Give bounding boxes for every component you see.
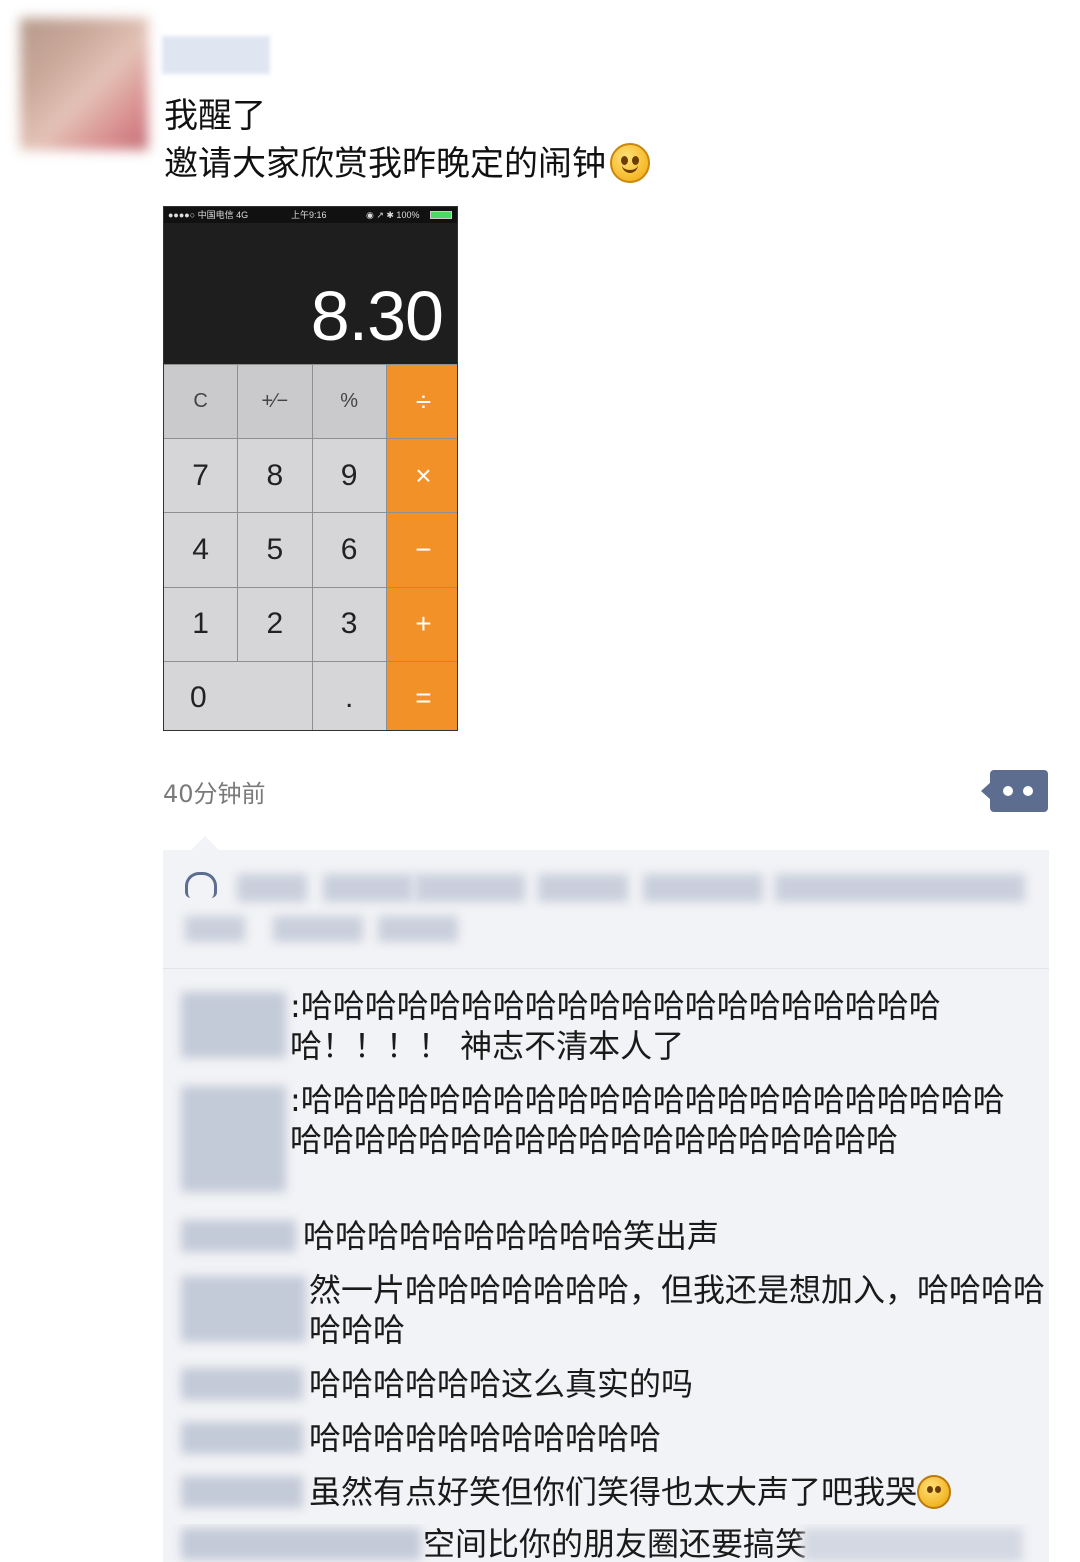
- comment-text: :哈哈哈哈哈哈哈哈哈哈哈哈哈哈哈哈哈哈哈哈哈！！！！ 神志不清本人了: [290, 987, 941, 1065]
- comment-text: 哈哈哈哈哈哈哈哈哈哈笑出声: [303, 1217, 720, 1255]
- comment-item[interactable]: 哈哈哈哈哈哈哈哈哈哈笑出声: [163, 1216, 1049, 1256]
- commenter-blurred[interactable]: [181, 1476, 303, 1508]
- post-line-2: 邀请大家欣赏我昨晚定的闹钟: [164, 140, 650, 188]
- key-percent: %: [312, 365, 386, 439]
- comment-item[interactable]: 然一片哈哈哈哈哈哈哈，但我还是想加入，哈哈哈哈哈哈哈: [163, 1270, 1049, 1350]
- key-plus: +: [386, 587, 457, 661]
- commenter-blurred[interactable]: [181, 1528, 421, 1560]
- post-line-1: 我醒了: [164, 96, 266, 136]
- comment-text: :哈哈哈哈哈哈哈哈哈哈哈哈哈哈哈哈哈哈哈哈哈哈哈哈哈哈哈哈哈哈哈哈哈哈哈哈哈哈哈…: [290, 1081, 1005, 1159]
- key-6: 6: [312, 513, 386, 587]
- post-body: 我醒了 邀请大家欣赏我昨晚定的闹钟: [164, 92, 650, 188]
- likes-blurred: [775, 874, 1025, 902]
- text-blurred: [803, 1528, 1023, 1562]
- dot-icon: [1003, 786, 1013, 796]
- divider: [163, 968, 1049, 969]
- moments-post: 我醒了 邀请大家欣赏我昨晚定的闹钟 ●●●●○ 中国电信 4G 上午9:16 ◉…: [0, 0, 1080, 1562]
- status-bar: ●●●●○ 中国电信 4G 上午9:16 ◉ ↗ ✱ 100%: [164, 207, 457, 223]
- status-right: ◉ ↗ ✱ 100%: [366, 210, 420, 220]
- comment-item[interactable]: 哈哈哈哈哈哈这么真实的吗: [163, 1364, 1049, 1404]
- comment-text-content: 虽然有点好笑但你们笑得也太大声了吧我哭: [309, 1473, 918, 1511]
- commenter-blurred[interactable]: [181, 1422, 303, 1454]
- comment-item[interactable]: :哈哈哈哈哈哈哈哈哈哈哈哈哈哈哈哈哈哈哈哈哈！！！！ 神志不清本人了: [163, 986, 1049, 1066]
- comment-text: 哈哈哈哈哈哈哈哈哈哈哈: [309, 1419, 662, 1457]
- key-sign: +∕−: [238, 365, 312, 439]
- key-7: 7: [164, 439, 238, 513]
- key-minus: −: [386, 513, 457, 587]
- commenter-blurred[interactable]: [181, 1276, 306, 1342]
- post-line-2-text: 邀请大家欣赏我昨晚定的闹钟: [164, 144, 606, 184]
- key-0: 0: [164, 661, 312, 730]
- smile-emoji-icon: [610, 143, 650, 183]
- battery-icon: [430, 211, 452, 219]
- avatar[interactable]: [20, 18, 148, 150]
- calculator-screenshot[interactable]: ●●●●○ 中国电信 4G 上午9:16 ◉ ↗ ✱ 100% 8.30 C +…: [163, 206, 458, 731]
- likes-blurred: [643, 874, 763, 902]
- likes-blurred: [323, 874, 413, 902]
- key-2: 2: [238, 587, 312, 661]
- likes-blurred: [538, 874, 628, 902]
- calculator-display: 8.30: [164, 223, 457, 364]
- status-time: 上午9:16: [291, 210, 327, 220]
- key-9: 9: [312, 439, 386, 513]
- heart-like-icon: [185, 872, 217, 898]
- likes-blurred: [185, 916, 245, 942]
- comment-item[interactable]: :哈哈哈哈哈哈哈哈哈哈哈哈哈哈哈哈哈哈哈哈哈哈哈哈哈哈哈哈哈哈哈哈哈哈哈哈哈哈哈…: [163, 1080, 1049, 1200]
- key-3: 3: [312, 587, 386, 661]
- sweat-smile-emoji-icon: [917, 1475, 952, 1509]
- status-carrier: ●●●●○ 中国电信 4G: [168, 210, 249, 220]
- comment-item[interactable]: 空间比你的朋友圈还要搞笑: [163, 1524, 1049, 1562]
- commenter-blurred[interactable]: [181, 992, 286, 1058]
- key-8: 8: [238, 439, 312, 513]
- likes-blurred: [378, 916, 458, 942]
- key-clear: C: [164, 365, 238, 439]
- key-5: 5: [238, 513, 312, 587]
- more-dots-icon[interactable]: [981, 770, 1048, 812]
- likes-blurred: [415, 874, 525, 902]
- comment-text: 然一片哈哈哈哈哈哈哈，但我还是想加入，哈哈哈哈哈哈哈: [309, 1271, 1046, 1349]
- dot-icon: [1023, 786, 1033, 796]
- key-1: 1: [164, 587, 238, 661]
- key-divide: ÷: [386, 365, 457, 439]
- key-4: 4: [164, 513, 238, 587]
- username-blurred[interactable]: [162, 36, 270, 74]
- post-timestamp: 40分钟前: [163, 780, 266, 808]
- display-value: 8.30: [310, 277, 444, 355]
- key-decimal: .: [312, 661, 386, 730]
- likes-blurred: [273, 916, 363, 942]
- likes-blurred: [237, 874, 307, 902]
- keypad: C +∕− % ÷ 7 8 9 × 4 5 6 − 1 2 3 + 0 . =: [164, 364, 457, 730]
- key-equals: =: [386, 661, 457, 730]
- key-multiply: ×: [386, 439, 457, 513]
- comment-item[interactable]: 哈哈哈哈哈哈哈哈哈哈哈: [163, 1418, 1049, 1458]
- commenter-blurred[interactable]: [181, 1086, 286, 1192]
- comment-item[interactable]: 虽然有点好笑但你们笑得也太大声了吧我哭: [163, 1472, 1049, 1512]
- comment-text: 虽然有点好笑但你们笑得也太大声了吧我哭: [309, 1472, 1054, 1512]
- commenter-blurred[interactable]: [181, 1220, 296, 1252]
- comment-text: 哈哈哈哈哈哈这么真实的吗: [309, 1365, 694, 1403]
- commenter-blurred[interactable]: [181, 1368, 303, 1400]
